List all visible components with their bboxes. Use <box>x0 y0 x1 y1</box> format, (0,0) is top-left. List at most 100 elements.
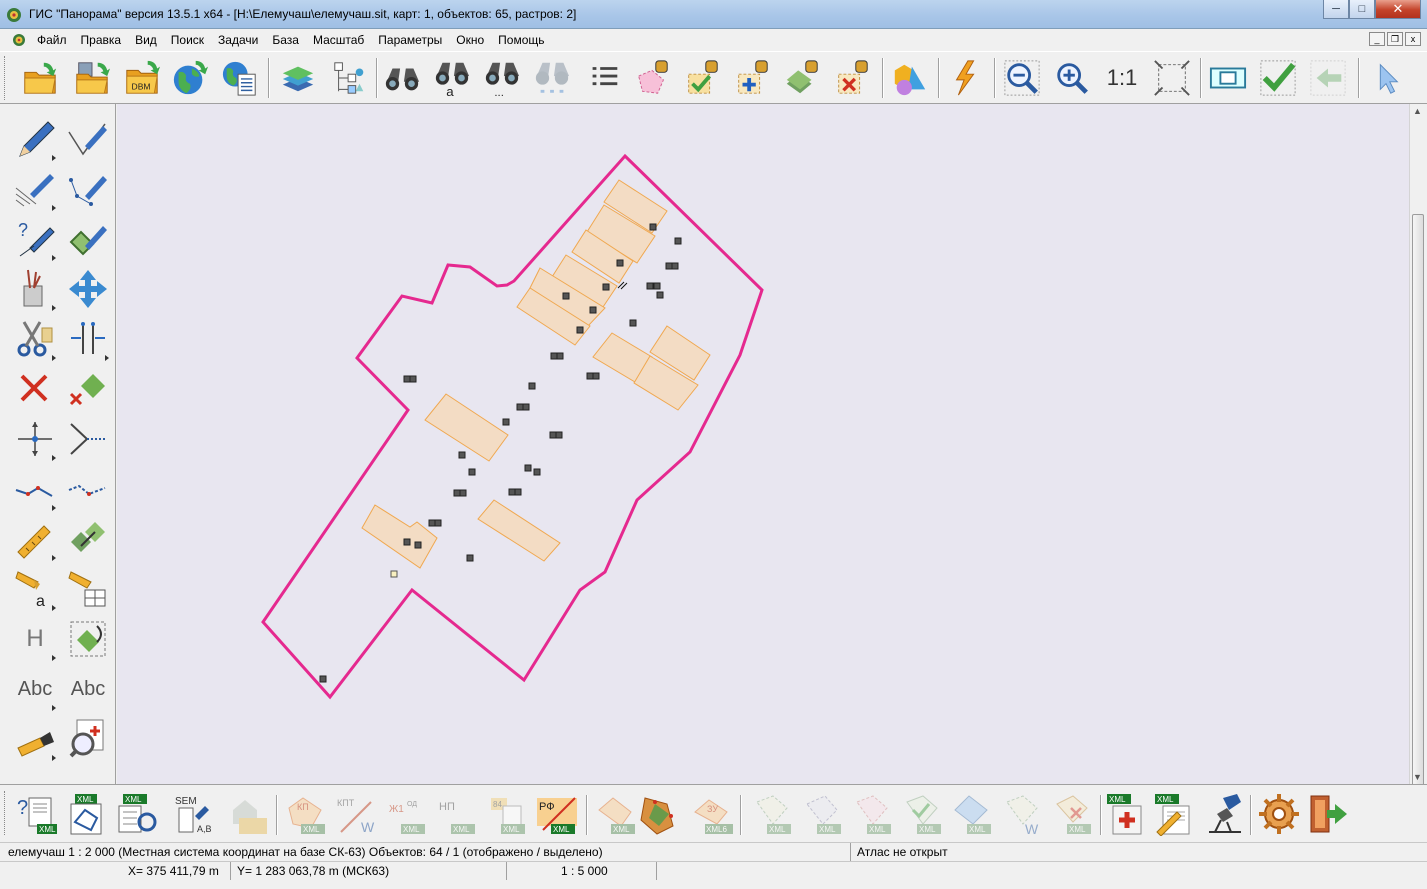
tree-button[interactable] <box>330 58 370 98</box>
open-data-button[interactable] <box>72 58 112 98</box>
boundary-blue-xml-button[interactable]: XML <box>950 791 996 837</box>
draw-angle-button[interactable] <box>63 114 113 164</box>
objects-3d-button[interactable] <box>890 58 930 98</box>
scale-1-1-button[interactable]: 1:1 <box>1102 58 1142 98</box>
search-a-button[interactable]: a <box>10 564 60 614</box>
frame-button[interactable] <box>1208 58 1248 98</box>
search-more-button[interactable]: ... <box>482 58 522 98</box>
scroll-up-arrow-icon[interactable]: ▲ <box>1413 106 1422 116</box>
menu-help[interactable]: Помощь <box>491 29 551 51</box>
kpt-w-button[interactable]: КПТ W <box>334 791 380 837</box>
ruler-button[interactable] <box>10 514 60 564</box>
fit-extent-button[interactable] <box>1152 58 1192 98</box>
bottom-toolbar-grip[interactable] <box>4 791 8 835</box>
num-xml-button[interactable]: 84 XML <box>484 791 530 837</box>
cursor-button[interactable] <box>1366 58 1406 98</box>
boundary-xml-button-2[interactable]: XML <box>800 791 846 837</box>
map-canvas[interactable] <box>117 104 1409 784</box>
xml-polygon-button[interactable]: XML <box>64 791 110 837</box>
menu-base[interactable]: База <box>265 29 306 51</box>
menu-edit[interactable]: Правка <box>74 29 129 51</box>
house-folder-button[interactable] <box>224 791 270 837</box>
text-edit-button[interactable]: Abc <box>63 664 113 714</box>
document-icon[interactable] <box>12 33 26 47</box>
menu-file[interactable]: Файл <box>30 29 74 51</box>
select-stack-button[interactable] <box>782 58 822 98</box>
text-button[interactable]: Abc <box>10 664 60 714</box>
accept-button[interactable] <box>1258 58 1298 98</box>
search-text-button[interactable]: a <box>432 58 472 98</box>
rotate-object-button[interactable] <box>63 614 113 664</box>
search-disabled-button[interactable] <box>532 58 572 98</box>
mdi-minimize-button[interactable]: _ <box>1369 32 1385 46</box>
boundary-check-xml-button[interactable]: XML <box>900 791 946 837</box>
height-button[interactable]: H <box>10 614 60 664</box>
draw-vertices-button[interactable] <box>63 164 113 214</box>
settings-button[interactable] <box>1256 791 1302 837</box>
boundary-xml-button-3[interactable]: XML <box>850 791 896 837</box>
open-map-button[interactable] <box>20 58 60 98</box>
polyline-button[interactable] <box>10 464 60 514</box>
menu-window[interactable]: Окно <box>449 29 491 51</box>
scroll-down-arrow-icon[interactable]: ▼ <box>1413 772 1422 782</box>
zh1-xml-button[interactable]: Ж1 ОД XML <box>384 791 430 837</box>
mdi-close-button[interactable]: x <box>1405 32 1421 46</box>
zoom-in-button[interactable] <box>1052 58 1092 98</box>
globe-list-button[interactable] <box>220 58 260 98</box>
maximize-button[interactable]: □ <box>1349 0 1375 19</box>
select-check-button[interactable] <box>682 58 722 98</box>
polyline-edit-button[interactable] <box>63 464 113 514</box>
draw-line-button[interactable] <box>10 114 60 164</box>
close-button[interactable]: ✕ <box>1375 0 1421 19</box>
menu-view[interactable]: Вид <box>128 29 164 51</box>
menu-parameters[interactable]: Параметры <box>371 29 449 51</box>
xml-edit-button[interactable]: XML <box>1152 791 1198 837</box>
select-remove-button[interactable] <box>832 58 872 98</box>
xml-add-button[interactable]: XML <box>1104 791 1150 837</box>
scrollbar-thumb[interactable] <box>1412 214 1424 834</box>
move-button[interactable] <box>63 264 113 314</box>
layers-button[interactable] <box>278 58 318 98</box>
boundary-xml-button-1[interactable]: XML <box>750 791 796 837</box>
stamp-button[interactable] <box>1202 791 1248 837</box>
minimize-button[interactable]: ─ <box>1323 0 1349 19</box>
delete-object-button[interactable] <box>63 364 113 414</box>
point-button[interactable] <box>10 414 60 464</box>
zoom-out-button[interactable] <box>1002 58 1042 98</box>
tools-button[interactable] <box>10 264 60 314</box>
search-button[interactable] <box>382 58 422 98</box>
globe-open-button[interactable] <box>170 58 210 98</box>
sem-button[interactable]: SEM A,B <box>172 791 218 837</box>
select-area-button[interactable] <box>632 58 672 98</box>
list-button[interactable] <box>584 58 624 98</box>
query-draw-button[interactable]: ? <box>10 214 60 264</box>
exit-button[interactable] <box>1306 791 1352 837</box>
draw-hatch-button[interactable] <box>10 164 60 214</box>
move-objects-button[interactable] <box>63 514 113 564</box>
search-table-button[interactable] <box>63 564 113 614</box>
menu-tasks[interactable]: Задачи <box>211 29 265 51</box>
np-xml-button[interactable]: НП XML <box>434 791 480 837</box>
mdi-restore-button[interactable]: ❐ <box>1387 32 1403 46</box>
zoom-doc-button[interactable] <box>63 714 113 764</box>
toolbar-grip[interactable] <box>4 56 8 100</box>
boundary-word-button[interactable]: W <box>1000 791 1046 837</box>
parcel-numbered-button[interactable] <box>634 791 680 837</box>
flashlight-button[interactable] <box>10 714 60 764</box>
split-button[interactable] <box>63 314 113 364</box>
rf-xml-button[interactable]: РФ XML <box>534 791 580 837</box>
map-vertical-scrollbar[interactable]: ▲ ▼ <box>1409 104 1426 834</box>
lightning-button[interactable] <box>946 58 986 98</box>
menu-scale[interactable]: Масштаб <box>306 29 371 51</box>
menu-search[interactable]: Поиск <box>164 29 211 51</box>
select-add-button[interactable] <box>732 58 772 98</box>
cut-button[interactable] <box>10 314 60 364</box>
draw-polygon-button[interactable] <box>63 214 113 264</box>
back-button[interactable] <box>1308 58 1348 98</box>
xml-sync-button[interactable]: XML <box>114 791 160 837</box>
extend-line-button[interactable] <box>63 414 113 464</box>
open-dbm-button[interactable]: DBM <box>122 58 162 98</box>
zu-xml-button[interactable]: ЗУ XML6 <box>690 791 736 837</box>
delete-button[interactable] <box>10 364 60 414</box>
kp-xml-button[interactable]: КП XML <box>284 791 330 837</box>
